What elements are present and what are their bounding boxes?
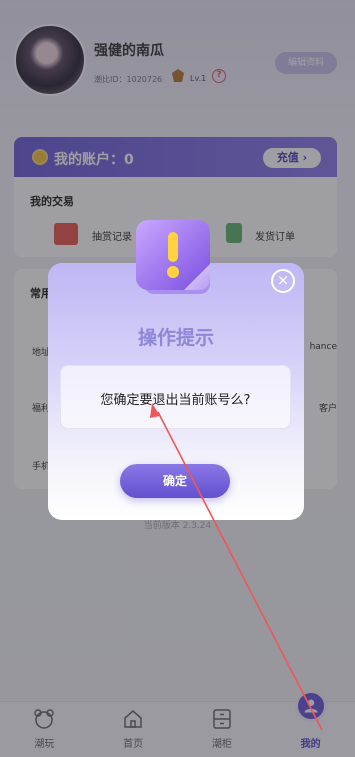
dialog-message: 您确定要退出当前账号么? (100, 393, 251, 408)
message-box: 您确定要退出当前账号么? (60, 365, 291, 429)
confirm-button[interactable]: 确定 (120, 464, 230, 498)
dialog-title: 操作提示 (137, 327, 214, 349)
close-icon[interactable]: × (271, 269, 295, 293)
alert-icon (136, 220, 210, 294)
